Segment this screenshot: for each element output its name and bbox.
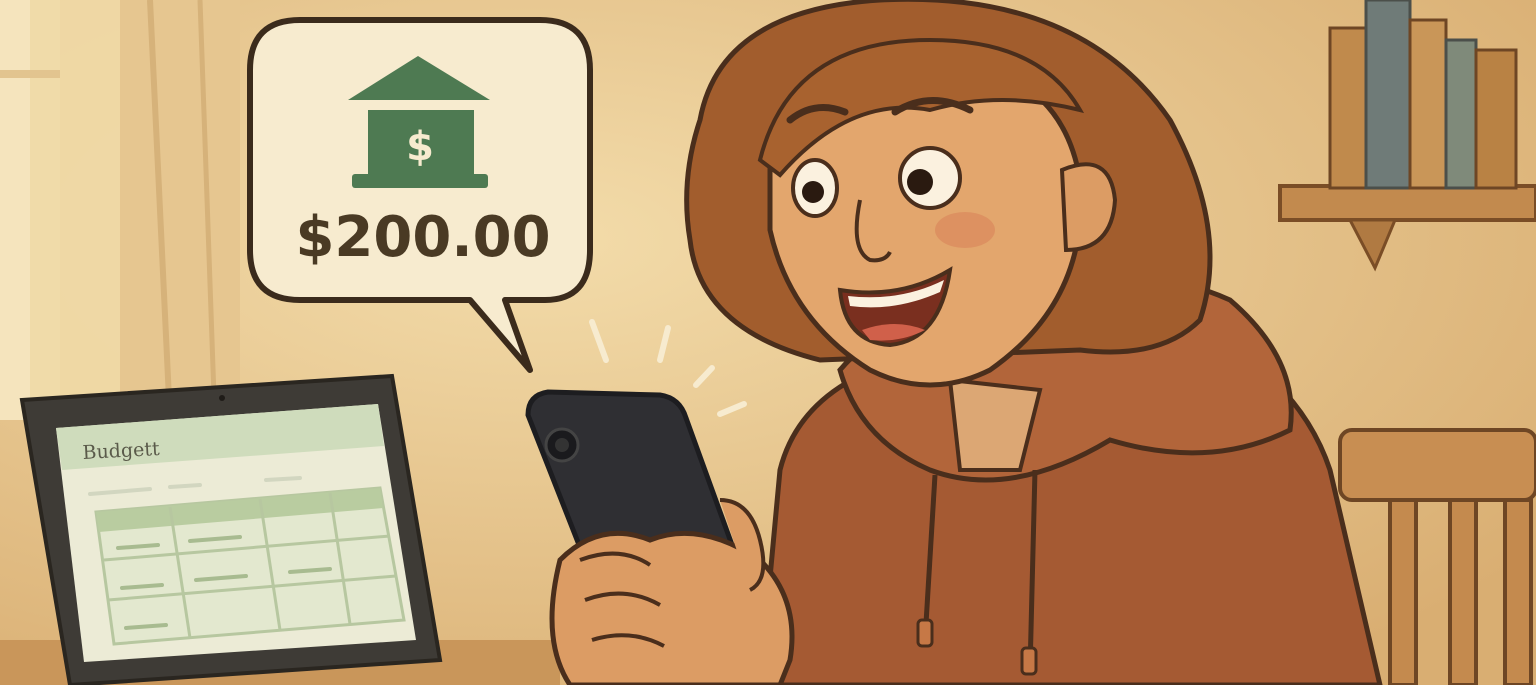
balance-amount: $200.00 — [295, 205, 551, 270]
svg-text:$: $ — [406, 124, 434, 170]
window — [0, 0, 240, 430]
laptop — [19, 373, 443, 685]
illustration-scene: $ $200.00 Budgett — [0, 0, 1536, 685]
scene-artwork: $ — [0, 0, 1536, 685]
laptop-spreadsheet — [94, 486, 406, 646]
laptop-app-title: Budgett — [82, 437, 161, 464]
